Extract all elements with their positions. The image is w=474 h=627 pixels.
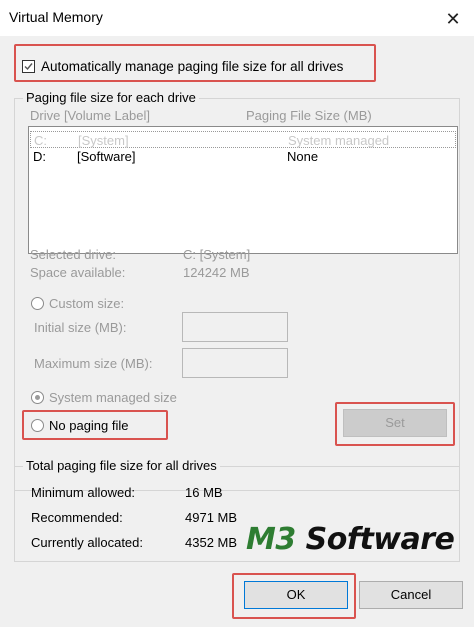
drive-row[interactable]: D: [Software] None [30, 148, 456, 165]
drive-paging-size: None [287, 149, 319, 164]
column-header-drive: Drive [Volume Label] [30, 108, 150, 123]
drive-volume-label: [Software] [77, 149, 136, 164]
drive-letter: C: [34, 133, 47, 148]
drive-row-selected[interactable]: C: [System] System managed [30, 131, 456, 148]
drive-list[interactable]: C: [System] System managed D: [Software]… [28, 126, 458, 254]
totals-group-legend: Total paging file size for all drives [23, 458, 220, 473]
drive-volume-label: [System] [78, 133, 129, 148]
column-header-size: Paging File Size (MB) [246, 108, 372, 123]
initial-size-label: Initial size (MB): [34, 320, 127, 335]
window-title: Virtual Memory [9, 9, 103, 25]
auto-manage-label: Automatically manage paging file size fo… [41, 59, 344, 74]
drive-paging-size: System managed [288, 133, 390, 148]
space-available-label: Space available: [30, 265, 126, 280]
system-managed-option[interactable]: System managed size [31, 390, 177, 405]
auto-manage-checkbox-row[interactable]: Automatically manage paging file size fo… [22, 59, 343, 74]
space-available-value: 124242 MB [183, 265, 250, 280]
drive-letter: D: [33, 149, 46, 164]
maximum-size-label: Maximum size (MB): [34, 356, 153, 371]
no-paging-option[interactable]: No paging file [31, 418, 129, 433]
logo-brand-b: Software [295, 522, 455, 557]
set-button[interactable]: Set [343, 409, 447, 437]
system-managed-label: System managed size [49, 390, 177, 405]
currently-allocated-label: Currently allocated: [31, 535, 143, 550]
close-icon[interactable]: ✕ [440, 6, 466, 32]
checkmark-icon [24, 63, 33, 71]
custom-size-option[interactable]: Custom size: [31, 296, 124, 311]
minimum-allowed-label: Minimum allowed: [31, 485, 136, 500]
selected-drive-label: Selected drive: [30, 247, 116, 262]
selected-drive-value: C: [System] [183, 247, 251, 262]
system-managed-radio[interactable] [31, 391, 44, 404]
custom-size-radio[interactable] [31, 297, 44, 310]
minimum-allowed-value: 16 MB [185, 485, 223, 500]
no-paging-label: No paging file [49, 418, 129, 433]
initial-size-input[interactable] [182, 312, 288, 342]
recommended-value: 4971 MB [185, 510, 238, 525]
m3-software-logo: M3 Software [246, 522, 455, 557]
currently-allocated-value: 4352 MB [185, 535, 238, 550]
paging-group-legend: Paging file size for each drive [23, 90, 199, 105]
auto-manage-checkbox[interactable] [22, 60, 35, 73]
cancel-button[interactable]: Cancel [359, 581, 463, 609]
ok-button[interactable]: OK [244, 581, 348, 609]
logo-brand-a: M3 [246, 522, 296, 557]
title-bar: Virtual Memory ✕ [0, 0, 474, 36]
custom-size-label: Custom size: [49, 296, 125, 311]
maximum-size-input[interactable] [182, 348, 288, 378]
no-paging-radio[interactable] [31, 419, 44, 432]
recommended-label: Recommended: [31, 510, 123, 525]
dialog-body: Automatically manage paging file size fo… [0, 36, 474, 627]
